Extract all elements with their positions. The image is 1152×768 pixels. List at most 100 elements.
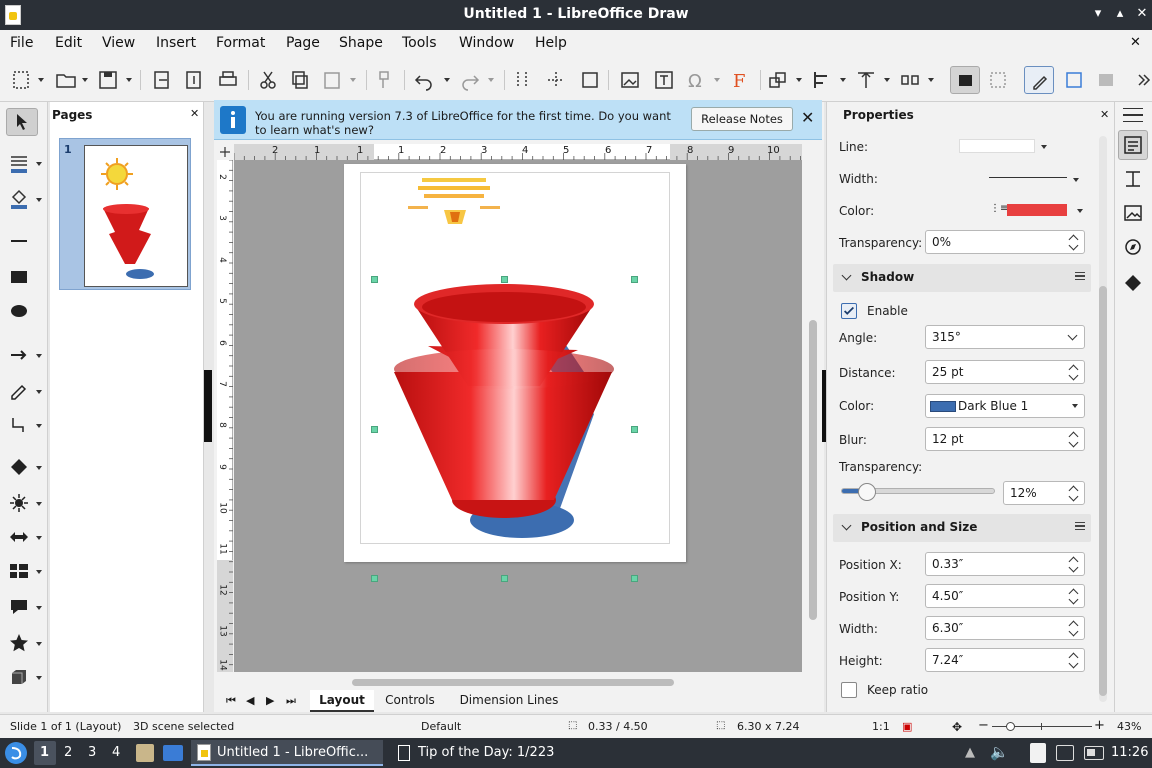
toolbar-overflow-icon[interactable]: [1132, 68, 1151, 92]
basic-shapes-icon[interactable]: [8, 456, 30, 478]
position-y-field[interactable]: 4.50″: [925, 584, 1085, 608]
menu-window[interactable]: Window: [459, 35, 514, 51]
position-x-spinner[interactable]: [1068, 554, 1080, 574]
vertical-ruler[interactable]: 2 3 4 5 6 7 8 9 10 11 12 13 14: [217, 160, 233, 672]
shadow-transparency-slider-knob[interactable]: [858, 483, 877, 501]
shadow-angle-dropdown[interactable]: 315°: [925, 325, 1085, 349]
zoom-page-icon[interactable]: [578, 68, 602, 92]
shadow-transparency-slider[interactable]: [841, 483, 995, 501]
flowchart-icon[interactable]: [8, 560, 30, 582]
battery-icon[interactable]: [1084, 746, 1104, 760]
gallery-deck-icon[interactable]: [1122, 202, 1144, 224]
distribute-icon[interactable]: [898, 68, 922, 92]
size-width-field[interactable]: 6.30″: [925, 616, 1085, 640]
position-size-menu-icon[interactable]: [1075, 522, 1085, 530]
release-notes-button[interactable]: Release Notes: [691, 107, 793, 131]
redo-icon[interactable]: [458, 68, 482, 92]
menu-insert[interactable]: Insert: [156, 35, 196, 51]
shadow-distance-field[interactable]: 25 pt: [925, 360, 1085, 384]
menu-view[interactable]: View: [102, 35, 135, 51]
properties-scroll-thumb[interactable]: [1099, 286, 1107, 696]
export-pdf-icon[interactable]: [182, 68, 206, 92]
stars-icon[interactable]: [8, 632, 30, 654]
new-document-icon[interactable]: [10, 68, 34, 92]
fit-slide-icon[interactable]: ✥: [952, 720, 962, 734]
size-height-spinner[interactable]: [1068, 650, 1080, 670]
zoom-slider[interactable]: [992, 722, 1092, 731]
volume-icon[interactable]: 🔈: [990, 743, 1009, 761]
network-icon[interactable]: [1056, 745, 1074, 761]
workspace-3[interactable]: 3: [88, 745, 96, 760]
undo-icon[interactable]: [412, 68, 436, 92]
line-width-dropdown[interactable]: [989, 177, 1067, 178]
sidebar-menu-icon[interactable]: [1123, 108, 1143, 122]
3d-scene-vase[interactable]: [394, 284, 614, 538]
position-size-section-header[interactable]: Position and Size: [833, 514, 1091, 542]
zoom-in-icon[interactable]: +: [1094, 718, 1105, 733]
shadow-enable-checkbox[interactable]: [841, 303, 857, 319]
styles-deck-icon[interactable]: [1122, 168, 1144, 190]
menu-help[interactable]: Help: [535, 35, 567, 51]
workspace-2[interactable]: 2: [64, 745, 72, 760]
open-folder-icon[interactable]: [54, 68, 78, 92]
line-color-icon[interactable]: ⋮≡: [990, 203, 1008, 214]
special-character-icon[interactable]: Ω: [684, 68, 708, 92]
shadow-menu-icon[interactable]: [1075, 272, 1085, 280]
position-y-spinner[interactable]: [1068, 586, 1080, 606]
shapes-deck-icon[interactable]: [1122, 272, 1144, 294]
horizontal-ruler[interactable]: 2 1 1 1 2 3 4 5 6 7 8 9 10: [234, 144, 802, 160]
selection-handle-tr[interactable]: [631, 276, 638, 283]
line-style-dropdown[interactable]: [959, 139, 1035, 153]
shadow-color-dropdown[interactable]: Dark Blue 1: [925, 394, 1085, 418]
menu-tools[interactable]: Tools: [402, 35, 437, 51]
tab-controls[interactable]: Controls: [378, 693, 442, 707]
zoom-out-icon[interactable]: −: [978, 718, 989, 733]
selection-handle-r[interactable]: [631, 426, 638, 433]
minimize-icon[interactable]: ▾: [1090, 6, 1106, 22]
menu-format[interactable]: Format: [216, 35, 265, 51]
horizontal-scroll-thumb[interactable]: [352, 679, 674, 686]
fontwork-icon[interactable]: F: [728, 68, 752, 92]
transformations-icon[interactable]: [766, 68, 790, 92]
arrange-icon[interactable]: [854, 68, 878, 92]
size-width-spinner[interactable]: [1068, 618, 1080, 638]
ellipse-tool-icon[interactable]: [8, 300, 30, 322]
close-document-icon[interactable]: ✕: [1130, 35, 1141, 50]
toggle-extrusion-icon[interactable]: [1094, 68, 1118, 92]
desktop-icon[interactable]: [163, 745, 183, 761]
line-color-swatch[interactable]: [1007, 204, 1067, 216]
clone-formatting-icon[interactable]: [372, 68, 396, 92]
status-zoom[interactable]: 43%: [1117, 720, 1141, 733]
select-arrow-icon[interactable]: [6, 108, 38, 136]
callout-icon[interactable]: [8, 596, 30, 618]
vertical-scroll-thumb[interactable]: [809, 320, 817, 620]
clock[interactable]: 11:26: [1111, 745, 1148, 760]
shadow-distance-spinner[interactable]: [1068, 362, 1080, 382]
menu-edit[interactable]: Edit: [55, 35, 82, 51]
line-transparency-field[interactable]: 0%: [925, 230, 1085, 254]
drawing-page[interactable]: [344, 164, 686, 562]
menu-page[interactable]: Page: [286, 35, 320, 51]
maximize-icon[interactable]: ▴: [1112, 6, 1128, 22]
line-tool-icon[interactable]: [8, 230, 30, 252]
shadow-blur-spinner[interactable]: [1068, 429, 1080, 449]
drawing-workspace[interactable]: [234, 160, 802, 672]
document-modified-icon[interactable]: ▣: [902, 720, 912, 733]
page-thumbnail-1[interactable]: 1: [59, 138, 191, 290]
close-sidebar-icon[interactable]: ✕: [1100, 108, 1109, 121]
vertical-scrollbar[interactable]: [806, 160, 820, 672]
block-arrows-icon[interactable]: [8, 526, 30, 548]
curve-tool-icon[interactable]: [8, 380, 30, 402]
selection-handle-br[interactable]: [631, 575, 638, 582]
selection-handle-b[interactable]: [501, 575, 508, 582]
menu-file[interactable]: File: [10, 35, 33, 51]
insert-image-icon[interactable]: [618, 68, 642, 92]
position-x-field[interactable]: 0.33″: [925, 552, 1085, 576]
tray-up-icon[interactable]: ▲: [965, 745, 975, 760]
cut-icon[interactable]: [256, 68, 280, 92]
sun-lamp-shape[interactable]: [408, 178, 500, 224]
shadow-section-header[interactable]: Shadow: [833, 264, 1091, 292]
3d-objects-icon[interactable]: [8, 666, 30, 688]
copy-icon[interactable]: [288, 68, 312, 92]
glue-points-icon[interactable]: [1062, 68, 1086, 92]
